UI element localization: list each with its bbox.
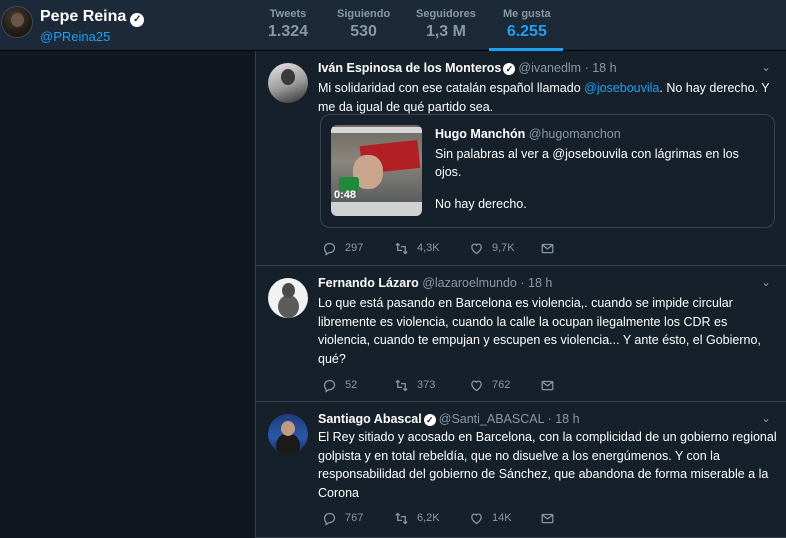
retweet-icon — [395, 379, 408, 391]
retweet-button[interactable]: 373 — [394, 375, 435, 395]
tweet-header: Iván Espinosa de los Monteros ✓ @ivanedlm … — [318, 61, 617, 75]
tweet-text: Lo que está pasando en Barcelona es viol… — [318, 296, 761, 366]
profile-avatar[interactable] — [1, 6, 33, 38]
quote-author-name: Hugo Manchón — [435, 127, 526, 141]
quote-header: Hugo Manchón @hugomanchon — [435, 127, 621, 141]
tweet[interactable]: Santiago Abascal ✓ @Santi_ABASCAL · 18 h ⌄… — [256, 402, 786, 538]
tweet-header: Fernando Lázaro @lazaroelmundo · 18 h — [318, 276, 553, 290]
like-icon — [471, 242, 482, 254]
reply-button[interactable]: 52 — [322, 375, 357, 395]
quote-text-line: Sin palabras al ver a @josebouvila con l… — [435, 147, 739, 179]
profile-name[interactable]: Pepe Reina ✓ — [40, 8, 145, 27]
reply-button[interactable]: 297 — [322, 238, 363, 258]
avatar[interactable] — [268, 414, 308, 454]
tweet-actions: 52 373 762 — [318, 375, 618, 395]
retweet-count: 373 — [417, 379, 436, 391]
quote-author-handle: @hugomanchon — [528, 127, 621, 141]
tweet[interactable]: Iván Espinosa de los Monteros ✓ @ivanedlm … — [256, 51, 786, 266]
tweet-text: El Rey sitiado y acosado en Barcelona, c… — [318, 430, 777, 500]
tweet-actions: 767 6,2K 14K — [318, 508, 618, 528]
stat-value: 1.324 — [268, 23, 309, 40]
direct-message-icon — [541, 513, 554, 523]
tweet-text: Mi solidaridad con ese catalán español l… — [318, 79, 778, 116]
timeline: Iván Espinosa de los Monteros ✓ @ivanedlm … — [255, 51, 786, 538]
like-button[interactable]: 14K — [469, 508, 512, 528]
tweet-time[interactable]: 18 h — [592, 61, 616, 75]
author-name[interactable]: Fernando Lázaro — [318, 276, 419, 290]
quote-text-line: No hay derecho. — [435, 197, 527, 211]
reply-icon — [323, 379, 336, 393]
reply-count: 297 — [345, 242, 364, 254]
direct-message-button[interactable] — [540, 508, 563, 528]
stat-tweets[interactable]: Tweets 1.324 — [268, 8, 308, 41]
direct-message-icon — [541, 380, 554, 390]
mention-link[interactable]: @josebouvila — [584, 81, 659, 95]
retweet-button[interactable]: 6,2K — [394, 508, 440, 528]
tweet-time[interactable]: 18 h — [528, 276, 552, 290]
reply-button[interactable]: 767 — [322, 508, 363, 528]
like-button[interactable]: 9,7K — [469, 238, 515, 258]
author-handle[interactable]: @ivanedlm — [518, 61, 581, 75]
like-count: 14K — [492, 512, 512, 524]
verified-badge-icon: ✓ — [503, 63, 516, 75]
caret-down-icon[interactable]: ⌄ — [759, 275, 773, 289]
retweet-icon — [395, 512, 408, 524]
profile-name-text[interactable]: Pepe Reina — [40, 8, 126, 25]
like-icon — [471, 512, 482, 524]
author-name[interactable]: Santiago Abascal — [318, 412, 422, 426]
tweet-time[interactable]: 18 h — [555, 412, 579, 426]
tweet-header: Santiago Abascal ✓ @Santi_ABASCAL · 18 h — [318, 412, 580, 426]
direct-message-button[interactable] — [540, 375, 563, 395]
tweet-actions: 297 4,3K 9,7K — [318, 238, 618, 258]
retweet-count: 4,3K — [417, 242, 440, 254]
author-name[interactable]: Iván Espinosa de los Monteros — [318, 61, 501, 75]
verified-badge-icon: ✓ — [423, 414, 436, 426]
stat-value: 530 — [350, 23, 377, 40]
stat-label: Siguiendo — [337, 8, 391, 20]
like-count: 762 — [492, 379, 511, 391]
author-handle[interactable]: @lazaroelmundo — [422, 276, 517, 290]
direct-message-icon — [541, 243, 554, 253]
avatar[interactable] — [268, 278, 308, 318]
profile-nav: Pepe Reina ✓ @PReina25 Tweets 1.324 Sigui… — [0, 0, 786, 51]
retweet-icon — [395, 242, 408, 254]
like-button[interactable]: 762 — [469, 375, 510, 395]
reply-count: 52 — [345, 379, 358, 391]
stat-label: Seguidores — [416, 8, 476, 20]
thumbnail-strip — [331, 127, 422, 133]
tweet-text-part: Mi solidaridad con ese catalán español l… — [318, 81, 585, 95]
caret-down-icon[interactable]: ⌄ — [759, 411, 773, 425]
like-count: 9,7K — [492, 242, 515, 254]
stat-value: 6.255 — [506, 23, 547, 40]
profile-handle[interactable]: @PReina25 — [40, 29, 110, 44]
video-duration: 0:48 — [334, 189, 357, 201]
caret-down-icon[interactable]: ⌄ — [759, 60, 773, 74]
stat-followers[interactable]: Seguidores 1,3 M — [416, 8, 476, 41]
reply-icon — [323, 242, 336, 256]
stat-value: 1,3 M — [425, 23, 466, 40]
reply-count: 767 — [345, 512, 364, 524]
stat-label: Me gusta — [503, 8, 551, 20]
quoted-tweet[interactable]: 0:48 Hugo Manchón @hugomanchon Sin palab… — [320, 114, 775, 228]
like-icon — [471, 379, 482, 391]
retweet-button[interactable]: 4,3K — [394, 238, 440, 258]
direct-message-button[interactable] — [540, 238, 563, 258]
verified-badge-icon: ✓ — [130, 13, 145, 27]
thumbnail-caption — [331, 202, 422, 216]
retweet-count: 6,2K — [417, 512, 440, 524]
stat-following[interactable]: Siguiendo 530 — [337, 8, 390, 41]
reply-icon — [323, 512, 336, 526]
stat-label: Tweets — [269, 8, 307, 20]
author-handle[interactable]: @Santi_ABASCAL — [439, 412, 544, 426]
stat-likes-tab-active[interactable]: Me gusta 6.255 — [489, 8, 563, 51]
avatar[interactable] — [268, 63, 308, 103]
video-thumbnail[interactable]: 0:48 — [331, 125, 422, 216]
quote-text: Sin palabras al ver a @josebouvila con l… — [435, 145, 765, 213]
tweet[interactable]: Fernando Lázaro @lazaroelmundo · 18 h ⌄ … — [256, 266, 786, 402]
